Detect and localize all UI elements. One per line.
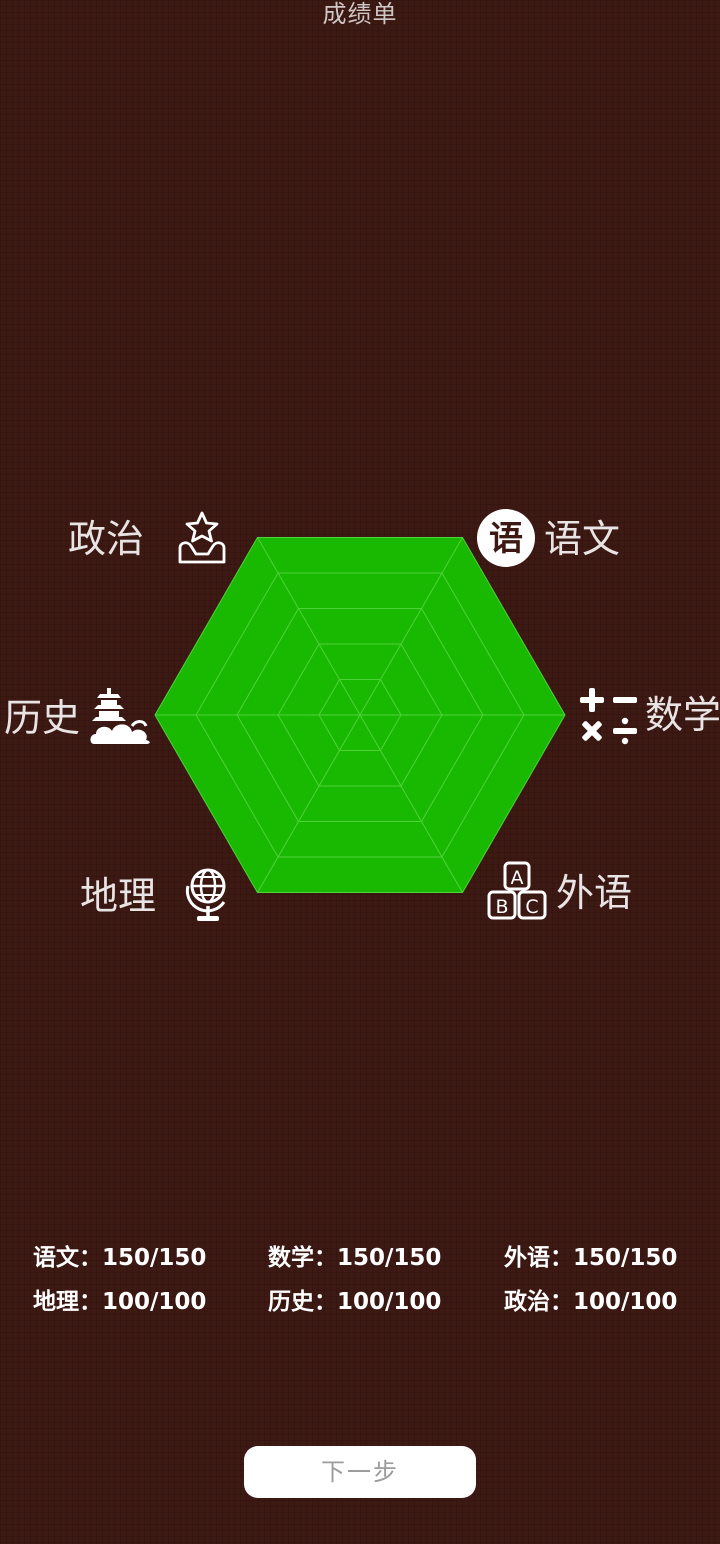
next-step-button[interactable]: 下一步 — [244, 1446, 476, 1498]
svg-text:语: 语 — [489, 519, 523, 559]
subject-label-history: 历史 — [4, 696, 81, 740]
yu-badge-icon: 语 — [476, 508, 536, 568]
star-hands-icon — [176, 510, 228, 566]
subject-label-foreign-language: 外语 — [556, 871, 633, 915]
report-card-page: 成绩单 语 语文 数学 A B C 外语 地理 历史 政治 语文：150/150… — [0, 0, 720, 1544]
math-operators-icon — [577, 686, 641, 746]
score-math: 数学：150/150 — [268, 1245, 442, 1271]
score-geography: 地理：100/100 — [33, 1289, 207, 1315]
pagoda-cloud-icon — [90, 686, 152, 748]
subject-label-geography: 地理 — [80, 874, 157, 918]
score-row: 地理：100/100 历史：100/100 政治：100/100 — [0, 1282, 720, 1322]
abc-blocks-icon: A B C — [486, 860, 548, 922]
score-politics: 政治：100/100 — [504, 1289, 678, 1315]
score-chinese: 语文：150/150 — [33, 1245, 207, 1271]
globe-icon — [184, 864, 232, 924]
subject-label-chinese: 语文 — [544, 517, 621, 561]
svg-text:A: A — [511, 867, 524, 889]
svg-text:B: B — [495, 896, 508, 918]
score-foreign-language: 外语：150/150 — [504, 1245, 678, 1271]
subject-label-math: 数学 — [645, 693, 720, 737]
svg-text:C: C — [525, 896, 538, 918]
score-history: 历史：100/100 — [268, 1289, 442, 1315]
subject-label-politics: 政治 — [68, 517, 145, 561]
score-row: 语文：150/150 数学：150/150 外语：150/150 — [0, 1238, 720, 1278]
